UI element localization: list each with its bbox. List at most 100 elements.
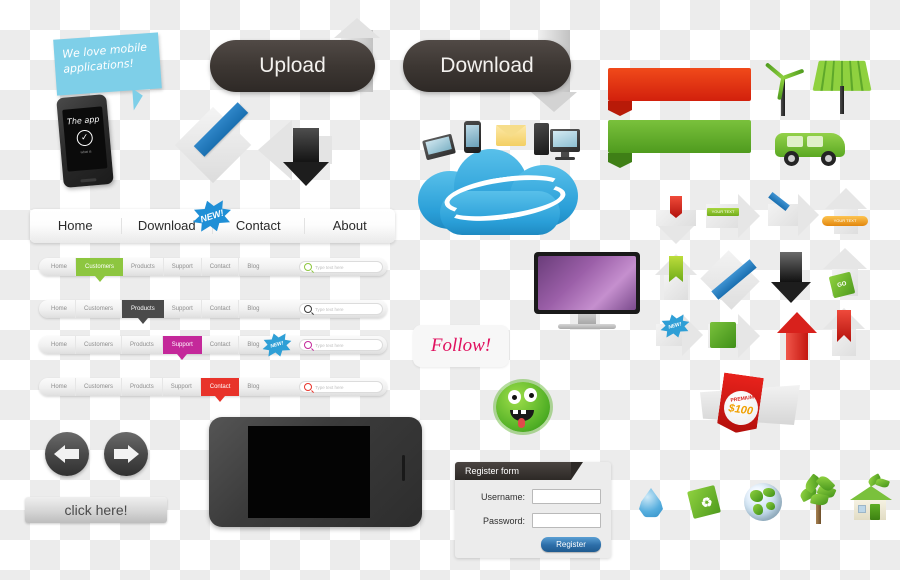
arrow-up-icon xyxy=(334,18,380,38)
solar-panel-icon xyxy=(812,58,872,116)
mini-nav-bar-4[interactable]: Home Customers Products Support Contact … xyxy=(39,378,387,402)
mini2-item-customers[interactable]: Customers xyxy=(76,300,123,318)
mini2-active-label: Products xyxy=(131,306,155,312)
register-submit-button[interactable]: Register xyxy=(541,537,601,552)
ribbon-banner-red xyxy=(608,68,751,116)
house-roof xyxy=(850,486,892,500)
arrow-right-stem xyxy=(114,449,128,459)
monitor-screen xyxy=(538,256,636,310)
search-icon xyxy=(304,305,312,313)
sticky-note: We love mobile applications! xyxy=(53,32,162,96)
arrow-tag-label: YOUR TEXT xyxy=(833,218,857,223)
mini4-item-blog[interactable]: Blog xyxy=(239,378,267,396)
mini1-search-placeholder: Type text here xyxy=(315,264,344,270)
mini4-item-home[interactable]: Home xyxy=(43,378,77,396)
mini2-item-support[interactable]: Support xyxy=(164,300,202,318)
turbine-blade xyxy=(764,62,785,80)
arrow-down-black-head xyxy=(283,162,329,186)
mini-nav-bar-1[interactable]: Home Customers Products Support Contact … xyxy=(39,258,387,282)
mini2-item-products-active[interactable]: Products xyxy=(122,300,164,324)
mini2-search-input[interactable]: Type text here xyxy=(299,303,383,315)
premium-price-tag: PREMIUM $100 xyxy=(700,375,800,437)
download-button[interactable]: Download xyxy=(403,40,571,92)
mini3-item-customers[interactable]: Customers xyxy=(76,336,123,354)
mini4-search-input[interactable]: Type text here xyxy=(299,381,383,393)
arrow-right-icon xyxy=(128,445,139,463)
recycle-tag-icon: ♻ xyxy=(687,485,724,522)
mini1-item-home[interactable]: Home xyxy=(43,258,77,276)
green-square xyxy=(710,322,736,348)
search-icon xyxy=(304,383,312,391)
mini4-item-customers[interactable]: Customers xyxy=(76,378,123,396)
house-window xyxy=(858,505,866,513)
arrow-left-icon xyxy=(54,445,65,463)
mini2-item-contact[interactable]: Contact xyxy=(202,300,240,318)
mini3-active-label: Support xyxy=(171,342,193,348)
mini1-item-support[interactable]: Support xyxy=(164,258,202,276)
mini3-item-support-active[interactable]: Support xyxy=(162,336,202,360)
nav-item-home[interactable]: Home xyxy=(30,218,122,234)
new-badge-label: NEW! xyxy=(199,207,225,225)
username-label: Username: xyxy=(480,491,525,502)
smartphone-icon xyxy=(464,121,481,153)
green-car-icon xyxy=(775,125,845,166)
orange-tag: YOUR TEXT xyxy=(822,216,868,226)
search-icon xyxy=(304,263,312,271)
mini4-item-products[interactable]: Products xyxy=(122,378,163,396)
check-icon: ✓ xyxy=(76,129,94,147)
mini3-item-home[interactable]: Home xyxy=(43,336,77,354)
earth-globe-icon xyxy=(744,483,782,521)
monster-eye-right xyxy=(524,388,537,402)
sticky-note-tail xyxy=(132,87,144,111)
mini1-item-customers-active[interactable]: Customers xyxy=(76,258,124,282)
phone-app-title: The app xyxy=(66,114,100,127)
follow-bubble: Follow! xyxy=(413,325,509,367)
mini3-search-input[interactable]: Type text here xyxy=(299,339,383,351)
turbine-blade xyxy=(782,68,805,80)
click-here-label: click here! xyxy=(64,502,128,518)
mini-nav-bar-2[interactable]: Home Customers Products Support Contact … xyxy=(39,300,387,324)
mini3-item-products[interactable]: Products xyxy=(122,336,163,354)
password-field[interactable] xyxy=(532,513,601,528)
monster-eye-left xyxy=(508,390,521,404)
mini3-item-contact[interactable]: Contact xyxy=(202,336,240,354)
green-monster-mascot xyxy=(492,378,554,440)
monitor-bezel xyxy=(534,252,640,314)
click-here-button[interactable]: click here! xyxy=(25,497,167,523)
desktop-monitor xyxy=(534,252,640,329)
mini-nav-bar-3[interactable]: Home Customers Products Support Contact … xyxy=(39,336,387,360)
upload-button[interactable]: Upload xyxy=(210,40,375,92)
mini3-item-blog[interactable]: Blog xyxy=(239,336,267,354)
mini4-item-support[interactable]: Support xyxy=(163,378,201,396)
car-window xyxy=(787,136,803,147)
mini1-search-input[interactable]: Type text here xyxy=(299,261,383,273)
username-field[interactable] xyxy=(532,489,601,504)
register-form-title: Register form xyxy=(455,462,583,480)
desktop-tower-icon xyxy=(534,123,549,155)
car-window xyxy=(807,136,823,147)
arrow-down-icon xyxy=(531,92,577,112)
mini1-item-blog[interactable]: Blog xyxy=(239,258,267,276)
mini2-item-home[interactable]: Home xyxy=(43,300,77,318)
mini1-item-products[interactable]: Products xyxy=(123,258,164,276)
desktop-computer-icon xyxy=(550,129,580,160)
phone-screen: The app ✓ what is xyxy=(62,106,108,172)
ribbon-fold xyxy=(608,101,632,116)
phone-home-bar xyxy=(80,178,97,183)
prev-button[interactable] xyxy=(45,432,89,476)
panel-post xyxy=(840,86,844,114)
next-button[interactable] xyxy=(104,432,148,476)
phone-caption: what is xyxy=(80,149,92,155)
mini1-item-contact[interactable]: Contact xyxy=(202,258,240,276)
laptop-icon xyxy=(422,133,456,161)
monster-tongue xyxy=(518,418,525,428)
active-pointer xyxy=(215,396,226,402)
house-door xyxy=(870,504,880,520)
arrow-burst-label: NEW! xyxy=(667,321,683,331)
monitor-base xyxy=(558,324,616,329)
mini4-item-contact-active[interactable]: Contact xyxy=(200,378,240,402)
mini1-active-label: Customers xyxy=(85,264,115,270)
nav-item-about[interactable]: About xyxy=(305,218,396,234)
premium-price: $100 xyxy=(727,402,754,418)
mini2-item-blog[interactable]: Blog xyxy=(239,300,267,318)
